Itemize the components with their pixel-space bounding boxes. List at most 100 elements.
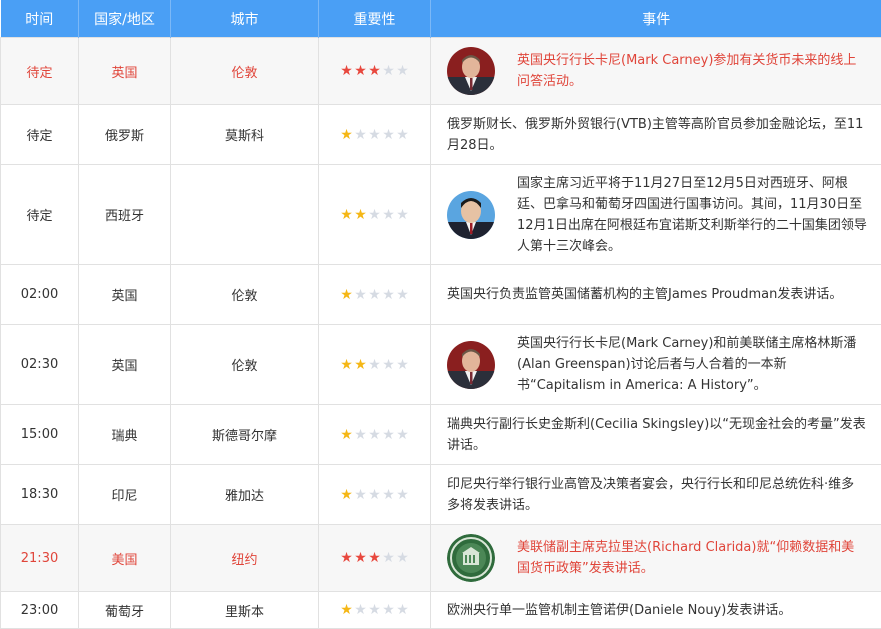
- carney-portrait-icon: [447, 47, 495, 95]
- cell-city: 纽约: [171, 525, 319, 592]
- star-icon: ★: [340, 487, 354, 503]
- importance-stars: ★★★★★: [340, 207, 410, 223]
- cell-country: 印尼: [79, 465, 171, 525]
- event-text: 英国央行行长卡尼(Mark Carney)和前美联储主席格林斯潘(Alan Gr…: [517, 333, 867, 396]
- star-icon: ★: [340, 207, 354, 223]
- star-icon: ★: [354, 127, 368, 143]
- cell-event: 英国央行负责监管英国储蓄机构的主管James Proudman发表讲话。: [431, 265, 881, 325]
- header-event: 事件: [431, 0, 881, 38]
- table-row: 待定西班牙 ★★★★★ 国家主席习近平将于11月27日至12月5日对西班牙、阿根廷、…: [1, 165, 881, 265]
- star-icon: ★: [368, 602, 382, 618]
- cell-event: 欧洲央行单一监管机制主管诺伊(Daniele Nouy)发表讲话。: [431, 592, 881, 629]
- star-icon: ★: [396, 207, 410, 223]
- cell-city: 里斯本: [171, 592, 319, 629]
- star-icon: ★: [382, 207, 396, 223]
- star-icon: ★: [382, 357, 396, 373]
- event-text: 瑞典央行副行长史金斯利(Cecilia Skingsley)以“无现金社会的考量…: [447, 414, 867, 456]
- cell-country: 英国: [79, 38, 171, 105]
- cell-city: 雅加达: [171, 465, 319, 525]
- star-icon: ★: [382, 287, 396, 303]
- cell-time: 18:30: [1, 465, 79, 525]
- table-header-row: 时间 国家/地区 城市 重要性 事件: [1, 0, 881, 38]
- star-icon: ★: [368, 550, 382, 566]
- star-icon: ★: [354, 287, 368, 303]
- table-row: 待定俄罗斯莫斯科★★★★★俄罗斯财长、俄罗斯外贸银行(VTB)主管等高阶官员参加…: [1, 105, 881, 165]
- star-icon: ★: [396, 602, 410, 618]
- importance-stars: ★★★★★: [340, 602, 410, 618]
- cell-city: [171, 165, 319, 265]
- carney-portrait-icon: [447, 341, 495, 389]
- star-icon: ★: [396, 427, 410, 443]
- star-icon: ★: [354, 357, 368, 373]
- cell-country: 俄罗斯: [79, 105, 171, 165]
- star-icon: ★: [368, 357, 382, 373]
- star-icon: ★: [396, 487, 410, 503]
- calendar-table-container: 时间 国家/地区 城市 重要性 事件 待定英国伦敦★★★★★英国央行行长卡尼(M…: [0, 0, 881, 628]
- star-icon: ★: [340, 357, 354, 373]
- cell-time: 23:00: [1, 592, 79, 629]
- star-icon: ★: [340, 427, 354, 443]
- cell-event: 俄罗斯财长、俄罗斯外贸银行(VTB)主管等高阶官员参加金融论坛，至11月28日。: [431, 105, 881, 165]
- importance-stars: ★★★★★: [340, 127, 410, 143]
- event-text: 国家主席习近平将于11月27日至12月5日对西班牙、阿根廷、巴拿马和葡萄牙四国进…: [517, 173, 867, 257]
- event-text: 英国央行行长卡尼(Mark Carney)参加有关货币未来的线上问答活动。: [517, 50, 867, 92]
- importance-stars: ★★★★★: [340, 550, 410, 566]
- cell-city: 伦敦: [171, 325, 319, 405]
- star-icon: ★: [354, 487, 368, 503]
- cell-event: 美联储副主席克拉里达(Richard Clarida)就“仰赖数据和美国货币政策…: [431, 525, 881, 592]
- cell-event: 英国央行行长卡尼(Mark Carney)和前美联储主席格林斯潘(Alan Gr…: [431, 325, 881, 405]
- star-icon: ★: [382, 127, 396, 143]
- cell-importance: ★★★★★: [319, 592, 431, 629]
- header-country: 国家/地区: [79, 0, 171, 38]
- star-icon: ★: [340, 550, 354, 566]
- event-text: 欧洲央行单一监管机制主管诺伊(Daniele Nouy)发表讲话。: [447, 600, 791, 621]
- cell-importance: ★★★★★: [319, 265, 431, 325]
- table-row: 18:30印尼雅加达 ★★★★★ 印尼央行举行银行业高管及决策者宴会，央行行长和印尼…: [1, 465, 881, 525]
- cell-country: 西班牙: [79, 165, 171, 265]
- star-icon: ★: [382, 550, 396, 566]
- table-row: 23:00葡萄牙里斯本★★★★★欧洲央行单一监管机制主管诺伊(Daniele N…: [1, 592, 881, 629]
- cell-importance: ★★★★★: [319, 165, 431, 265]
- header-importance: 重要性: [319, 0, 431, 38]
- star-icon: ★: [354, 602, 368, 618]
- star-icon: ★: [368, 207, 382, 223]
- xi-portrait-icon: [447, 191, 495, 239]
- star-icon: ★: [368, 127, 382, 143]
- cell-importance: ★★★★★: [319, 405, 431, 465]
- event-text: 俄罗斯财长、俄罗斯外贸银行(VTB)主管等高阶官员参加金融论坛，至11月28日。: [447, 114, 867, 156]
- cell-event: 英国央行行长卡尼(Mark Carney)参加有关货币未来的线上问答活动。: [431, 38, 881, 105]
- cell-time: 21:30: [1, 525, 79, 592]
- star-icon: ★: [382, 487, 396, 503]
- star-icon: ★: [382, 63, 396, 79]
- cell-country: 葡萄牙: [79, 592, 171, 629]
- cell-city: 伦敦: [171, 38, 319, 105]
- cell-time: 02:30: [1, 325, 79, 405]
- cell-time: 待定: [1, 105, 79, 165]
- star-icon: ★: [340, 602, 354, 618]
- cell-country: 英国: [79, 325, 171, 405]
- cell-importance: ★★★★★: [319, 325, 431, 405]
- header-city: 城市: [171, 0, 319, 38]
- cell-time: 待定: [1, 165, 79, 265]
- event-text: 美联储副主席克拉里达(Richard Clarida)就“仰赖数据和美国货币政策…: [517, 537, 867, 579]
- economic-calendar-table: 时间 国家/地区 城市 重要性 事件 待定英国伦敦★★★★★英国央行行长卡尼(M…: [0, 0, 881, 629]
- header-time: 时间: [1, 0, 79, 38]
- table-row: 15:00瑞典斯德哥尔摩★★★★★瑞典央行副行长史金斯利(Cecilia Ski…: [1, 405, 881, 465]
- star-icon: ★: [382, 602, 396, 618]
- table-row: 02:00英国伦敦★★★★★英国央行负责监管英国储蓄机构的主管James Pro…: [1, 265, 881, 325]
- importance-stars: ★★★★★: [340, 63, 410, 79]
- fed-seal-icon: [447, 534, 495, 582]
- importance-stars: ★★★★★: [340, 487, 410, 503]
- cell-event: 印尼央行举行银行业高管及决策者宴会，央行行长和印尼总统佐科·维多多将发表讲话。: [431, 465, 881, 525]
- cell-importance: ★★★★★: [319, 465, 431, 525]
- star-icon: ★: [354, 427, 368, 443]
- star-icon: ★: [340, 63, 354, 79]
- star-icon: ★: [340, 127, 354, 143]
- star-icon: ★: [396, 287, 410, 303]
- importance-stars: ★★★★★: [340, 357, 410, 373]
- table-row: 待定英国伦敦★★★★★英国央行行长卡尼(Mark Carney)参加有关货币未来…: [1, 38, 881, 105]
- cell-country: 美国: [79, 525, 171, 592]
- importance-stars: ★★★★★: [340, 287, 410, 303]
- star-icon: ★: [396, 550, 410, 566]
- cell-importance: ★★★★★: [319, 525, 431, 592]
